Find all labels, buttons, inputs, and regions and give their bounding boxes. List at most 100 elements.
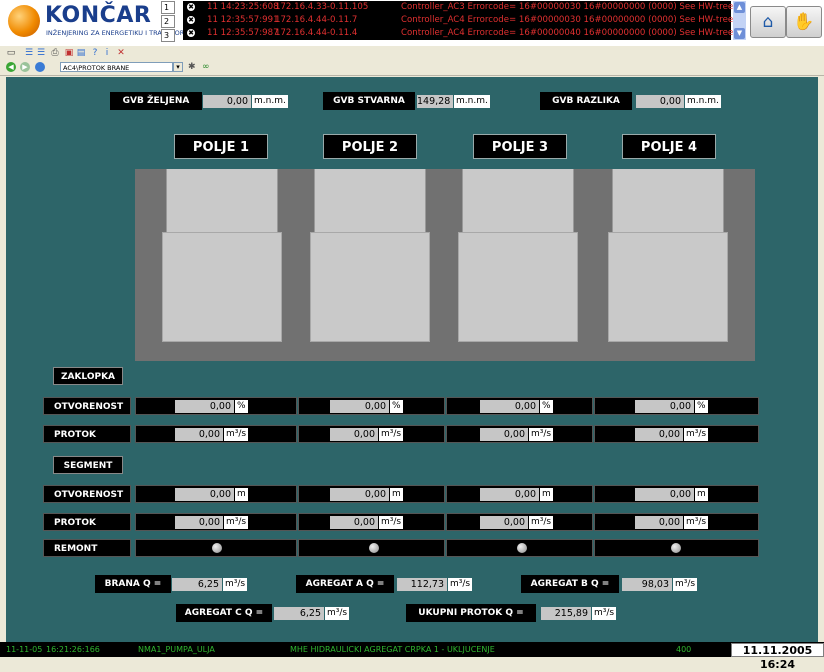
alarm-ack-icon[interactable]: ✖ (187, 3, 195, 11)
segment-protok-unit: m³/s (684, 516, 709, 529)
alarm-address: 172.16.4.44-0.11.7 (275, 15, 358, 25)
zaklopka-protok-unit: m³/s (379, 428, 404, 441)
koncar-logo-icon (8, 5, 40, 37)
toolbar-top: ▭ ☰ ☰ ⎙ ▣ ▤ ? i ✕ (0, 46, 824, 60)
zaklopka-protok-value: 0,00 (175, 428, 223, 441)
agregat-a-q-value: 112,73 (397, 578, 447, 591)
window-icon[interactable]: ▤ (76, 48, 86, 58)
info-icon[interactable]: i (102, 48, 112, 58)
address-field[interactable]: AC4\PROTOK BRANE (60, 62, 173, 72)
scroll-down-icon[interactable]: ▼ (734, 28, 745, 39)
gate-3-flap[interactable] (462, 169, 574, 232)
gvb-razlika-unit: m.n.m. (685, 95, 721, 108)
home-button[interactable]: ⌂ (750, 6, 786, 38)
zaklopka-protok-unit: m³/s (224, 428, 249, 441)
gate-4-segment[interactable] (608, 232, 728, 342)
status-message: MHE HIDRAULICKI AGREGAT CRPKA 1 - UKLJUC… (290, 645, 495, 654)
brana-q-label: BRANA Q = (95, 575, 171, 593)
gate-2-segment[interactable] (310, 232, 430, 342)
segment-otvorenost-value: 0,00 (175, 488, 234, 501)
handshake-icon: ✋ (793, 12, 815, 32)
segment-protok-label: PROTOK (43, 513, 131, 531)
status-time: 16:21:26:166 (46, 645, 100, 654)
gate-3-segment[interactable] (458, 232, 578, 342)
agregat-b-q-label: AGREGAT B Q = (521, 575, 619, 593)
gvb-stvarna-label: GVB STVARNA (323, 92, 415, 110)
alarm-index: 1 (161, 1, 175, 14)
alarm-row[interactable]: ✖ 11 14:23:25:608 172.16.4.33-0.11.105 C… (183, 1, 736, 14)
zaklopka-otvorenost-unit: % (695, 400, 708, 413)
chevron-down-icon[interactable]: ▾ (173, 62, 183, 72)
alarm-row[interactable]: ✖ 11 12:35:57:987 172.16.4.44-0.11.4 Con… (183, 27, 736, 40)
ukupni-protok-label: UKUPNI PROTOK Q = (406, 604, 536, 622)
ukupni-protok-value: 215,89 (541, 607, 591, 620)
alarm-message: Controller_AC3 Errorcode= 16#00000030 16… (401, 2, 736, 12)
zaklopka-otvorenost-value: 0,00 (635, 400, 694, 413)
list-icon[interactable]: ☰ (24, 48, 34, 58)
remont-indicator[interactable] (671, 543, 681, 553)
agregat-a-q-unit: m³/s (448, 578, 473, 591)
alarm-time: 11 12:35:57:991 (207, 15, 279, 25)
alarm-address: 172.16.4.44-0.11.4 (275, 28, 358, 38)
gate-1-segment[interactable] (162, 232, 282, 342)
zaklopka-protok-value: 0,00 (635, 428, 683, 441)
zaklopka-otvorenost-value: 0,00 (480, 400, 539, 413)
agregat-b-q-value: 98,03 (622, 578, 672, 591)
segment-otvorenost-unit: m (540, 488, 553, 501)
segment-protok-unit: m³/s (224, 516, 249, 529)
close-icon[interactable]: ✕ (116, 48, 126, 58)
gvb-stvarna-unit: m.n.m. (454, 95, 490, 108)
zaklopka-otvorenost-unit: % (390, 400, 403, 413)
link-icon[interactable]: ∞ (202, 62, 210, 72)
help-icon[interactable]: ? (90, 48, 100, 58)
segment-protok-value: 0,00 (635, 516, 683, 529)
gvb-razlika-value: 0,00 (636, 95, 684, 108)
alarm-ack-icon[interactable]: ✖ (187, 16, 195, 24)
gvb-zeljena-value: 0,00 (203, 95, 251, 108)
segment-remont-label: REMONT (43, 539, 131, 557)
list-detail-icon[interactable]: ☰ (36, 48, 46, 58)
globe-icon[interactable] (35, 62, 45, 72)
gate-1-flap[interactable] (166, 169, 278, 232)
remont-indicator[interactable] (212, 543, 222, 553)
segment-protok-unit: m³/s (529, 516, 554, 529)
chart-icon[interactable]: ▣ (64, 48, 74, 58)
acknowledge-button[interactable]: ✋ (786, 6, 822, 38)
back-icon[interactable]: ◀ (6, 62, 16, 72)
alarm-index-list: 1 2 3 (161, 1, 175, 43)
zaklopka-protok-unit: m³/s (529, 428, 554, 441)
alarm-scrollbar[interactable]: ▲ ▼ (733, 1, 746, 40)
forward-icon[interactable]: ▶ (20, 62, 30, 72)
remont-indicator[interactable] (369, 543, 379, 553)
alarm-index: 3 (161, 29, 175, 42)
zaklopka-protok-label: PROTOK (43, 425, 131, 443)
segment-otvorenost-label: OTVORENOST (43, 485, 131, 503)
tools-icon[interactable]: ✱ (188, 62, 196, 72)
remont-indicator[interactable] (517, 543, 527, 553)
gvb-zeljena-unit: m.n.m. (252, 95, 288, 108)
scroll-up-icon[interactable]: ▲ (734, 2, 745, 13)
print-icon[interactable]: ⎙ (50, 48, 60, 58)
alarm-list[interactable]: ✖ 11 14:23:25:608 172.16.4.33-0.11.105 C… (183, 1, 736, 40)
agregat-c-q-unit: m³/s (325, 607, 350, 620)
segment-protok-value: 0,00 (175, 516, 223, 529)
status-bar: 11-11-05 16:21:26:166 NMA1_PUMPA_ULJA MH… (0, 642, 824, 657)
gate-4-flap[interactable] (612, 169, 724, 232)
zaklopka-title: ZAKLOPKA (53, 367, 123, 385)
alarm-ack-icon[interactable]: ✖ (187, 29, 195, 37)
home-icon: ⌂ (762, 12, 774, 32)
logo-name: KONČAR (45, 3, 152, 28)
zaklopka-otvorenost-label: OTVORENOST (43, 397, 131, 415)
alarm-row[interactable]: ✖ 11 12:35:57:991 172.16.4.44-0.11.7 Con… (183, 14, 736, 27)
segment-otvorenost-unit: m (695, 488, 708, 501)
header-bar: KONČAR INŽENJERING ZA ENERGETIKU I TRANS… (0, 0, 824, 46)
ukupni-protok-unit: m³/s (592, 607, 617, 620)
alarm-message: Controller_AC4 Errorcode= 16#00000040 16… (401, 28, 736, 38)
status-date: 11-11-05 (6, 645, 43, 654)
gate-2-flap[interactable] (314, 169, 426, 232)
zaklopka-otvorenost-value: 0,00 (330, 400, 389, 413)
monitor-icon[interactable]: ▭ (6, 48, 16, 58)
zaklopka-protok-value: 0,00 (480, 428, 528, 441)
segment-protok-value: 0,00 (330, 516, 378, 529)
agregat-a-q-label: AGREGAT A Q = (296, 575, 394, 593)
